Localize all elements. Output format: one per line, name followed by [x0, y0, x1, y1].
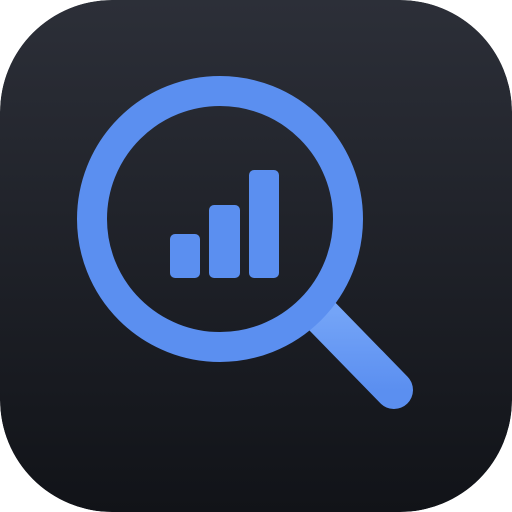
chart-bar-medium — [209, 205, 240, 278]
magnifier-chart-icon — [0, 0, 512, 512]
chart-bar-short — [170, 234, 200, 278]
app-icon — [0, 0, 512, 512]
icon-canvas — [0, 0, 512, 512]
chart-bar-tall — [249, 170, 279, 278]
